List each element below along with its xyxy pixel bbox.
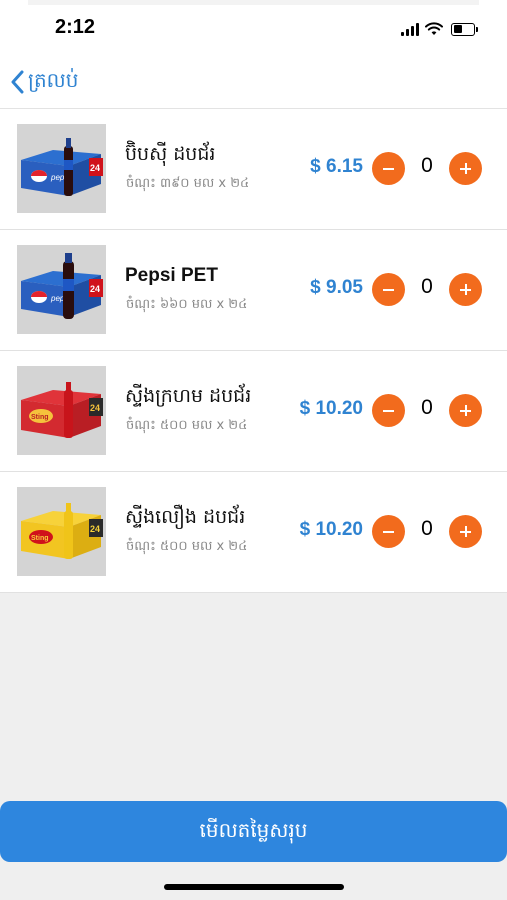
decrease-quantity-button[interactable] <box>372 394 405 427</box>
product-list: pepsi 24 ប៊ិបស៊ី ដបជ័រ ចំណុះ ៣៩០ មល x ២៤… <box>0 109 507 593</box>
back-button[interactable]: ត្រលប់ <box>10 66 78 98</box>
product-description: ចំណុះ ៣៩០ មល x ២៤ <box>126 176 250 191</box>
nav-bar: ត្រលប់ <box>0 56 507 109</box>
product-name: ស្ទីងលឿង ដបជ័រ <box>125 506 246 528</box>
increase-quantity-button[interactable] <box>449 394 482 427</box>
increase-quantity-button[interactable] <box>449 515 482 548</box>
product-row: pepsi 24 Pepsi PET ចំណុះ ៦៦០ មល x ២៤ $ 9… <box>0 230 507 351</box>
status-bar: 2:12 <box>0 0 507 56</box>
decrease-quantity-button[interactable] <box>372 152 405 185</box>
product-image: pepsi 24 <box>17 124 106 213</box>
svg-text:24: 24 <box>90 284 100 294</box>
status-strip <box>28 0 479 5</box>
battery-icon <box>451 22 478 36</box>
decrease-quantity-button[interactable] <box>372 273 405 306</box>
product-name: Pepsi PET <box>125 265 218 286</box>
product-price: $ 10.20 <box>299 519 363 540</box>
quantity-value: 0 <box>421 275 433 298</box>
wifi-icon <box>425 22 443 35</box>
product-price: $ 6.15 <box>310 156 363 177</box>
svg-text:Sting: Sting <box>31 414 49 421</box>
quantity-value: 0 <box>421 517 433 540</box>
decrease-quantity-button[interactable] <box>372 515 405 548</box>
status-icons <box>401 21 478 37</box>
product-price: $ 9.05 <box>310 277 363 298</box>
product-name: ប៊ិបស៊ី ដបជ័រ <box>125 143 216 165</box>
status-time: 2:12 <box>55 16 96 38</box>
view-total-button[interactable]: មើលតម្លៃសរុប <box>0 801 507 862</box>
product-description: ចំណុះ ៦៦០ មល x ២៤ <box>126 297 248 312</box>
product-image: Sting 24 <box>17 487 106 576</box>
minus-icon <box>383 288 394 291</box>
svg-text:24: 24 <box>90 403 100 413</box>
increase-quantity-button[interactable] <box>449 273 482 306</box>
product-row: Sting 24 ស្ទីងលឿង ដបជ័រ ចំណុះ ៥០០ មល x ២… <box>0 472 507 593</box>
product-price: $ 10.20 <box>299 398 363 419</box>
minus-icon <box>383 409 394 412</box>
product-image: Sting 24 <box>17 366 106 455</box>
svg-text:Sting: Sting <box>31 535 49 542</box>
minus-icon <box>383 530 394 533</box>
product-description: ចំណុះ ៥០០ មល x ២៤ <box>126 539 248 554</box>
cellular-signal-icon <box>401 22 419 36</box>
product-image: pepsi 24 <box>17 245 106 334</box>
quantity-value: 0 <box>421 154 433 177</box>
product-row: Sting 24 ស្ទីងក្រហម ដបជ័រ ចំណុះ ៥០០ មល x… <box>0 351 507 472</box>
minus-icon <box>383 167 394 170</box>
svg-text:24: 24 <box>90 163 100 173</box>
increase-quantity-button[interactable] <box>449 152 482 185</box>
chevron-left-icon <box>11 70 24 94</box>
product-description: ចំណុះ ៥០០ មល x ២៤ <box>126 418 248 433</box>
quantity-value: 0 <box>421 396 433 419</box>
back-label: ត្រលប់ <box>28 68 79 92</box>
svg-text:24: 24 <box>90 524 100 534</box>
product-name: ស្ទីងក្រហម ដបជ័រ <box>125 385 252 407</box>
product-row: pepsi 24 ប៊ិបស៊ី ដបជ័រ ចំណុះ ៣៩០ មល x ២៤… <box>0 109 507 230</box>
home-indicator <box>164 884 344 890</box>
